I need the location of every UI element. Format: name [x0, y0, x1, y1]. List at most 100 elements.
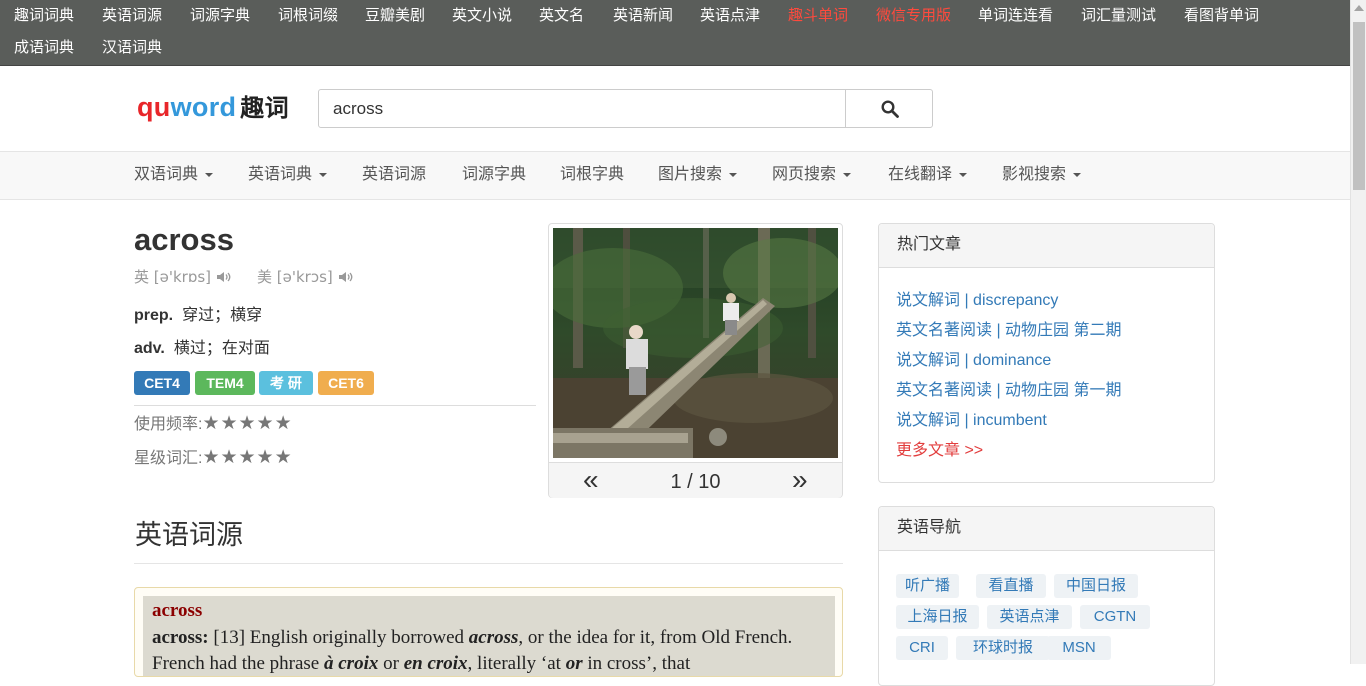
phonetic-us: 美 [ə'krɔs]: [257, 268, 354, 287]
phonetic-uk: 英 [ə'krɒs]: [134, 268, 232, 287]
exam-tag[interactable]: CET6: [318, 371, 374, 395]
hot-article-link[interactable]: 说文解词 | incumbent: [896, 411, 1047, 431]
exam-tag[interactable]: TEM4: [195, 371, 255, 395]
logo-text-cn: 趣词: [240, 95, 289, 122]
nav-item-label: 在线翻译: [888, 166, 953, 183]
hot-article-link[interactable]: 英文名著阅读 | 动物庄园 第一期: [896, 381, 1122, 401]
nav-item[interactable]: 英语词源: [362, 165, 426, 185]
speaker-icon[interactable]: [338, 269, 354, 287]
hot-article-link[interactable]: 说文解词 | dominance: [896, 351, 1051, 371]
hot-articles-panel: 热门文章 说文解词 | discrepancy 英文名著阅读 | 动物庄园 第二期…: [878, 223, 1215, 483]
definition-pos: prep.: [134, 307, 174, 324]
top-link[interactable]: 词源字典: [190, 8, 250, 24]
top-link[interactable]: 英语点津: [700, 8, 760, 24]
top-links-bar: 趣词词典 英语词源 词源字典 词根词缀 豆瓣美剧 英文小说 英文名 英语新闻 英语点津 趣斗单词 微…: [0, 0, 1350, 66]
etymology-content: across across: [13] English originally b…: [143, 596, 835, 676]
nav-item[interactable]: 词根字典: [560, 165, 624, 185]
definition-prep: prep. 穿过；横穿: [134, 306, 262, 326]
top-link[interactable]: 看图背单词: [1184, 8, 1259, 24]
top-link[interactable]: 豆瓣美剧: [365, 8, 425, 24]
logo-text-word: word: [170, 92, 237, 122]
exam-tag[interactable]: 考 研: [259, 371, 313, 395]
english-nav-chip[interactable]: CGTN: [1080, 605, 1150, 629]
more-articles-link[interactable]: 更多文章 >>: [896, 441, 983, 461]
etymology-title: 英语词源: [135, 520, 243, 551]
nav-item[interactable]: 网页搜索: [772, 165, 852, 185]
entry-divider: [134, 405, 536, 406]
level-rating: 星级词汇:★★★★★: [134, 447, 293, 469]
english-nav-chip[interactable]: 听广播: [896, 574, 959, 598]
scroll-up-arrow-icon[interactable]: [1354, 5, 1364, 11]
english-nav-chip[interactable]: 中国日报: [1054, 574, 1138, 598]
logo-text-qu: qu: [137, 92, 171, 122]
search-icon: [881, 100, 899, 118]
frequency-stars: ★★★★★: [202, 412, 293, 434]
image-viewer: « 1 / 10 »: [548, 223, 843, 498]
caret-down-icon: [1073, 172, 1082, 177]
nav-item[interactable]: 影视搜索: [1002, 165, 1082, 185]
english-nav-chip[interactable]: CRI: [896, 636, 948, 660]
english-nav-chip[interactable]: 英语点津: [987, 605, 1072, 629]
english-nav-chip[interactable]: 看直播: [976, 574, 1046, 598]
search-button[interactable]: [845, 89, 933, 128]
top-link[interactable]: 成语词典: [14, 40, 74, 56]
nav-item-label: 英语词典: [248, 166, 313, 183]
caret-down-icon: [729, 172, 738, 177]
nav-item-label: 网页搜索: [772, 166, 837, 183]
top-link[interactable]: 词汇量测试: [1081, 8, 1156, 24]
english-nav-title: 英语导航: [879, 507, 1214, 551]
main-navbar: 双语词典 英语词典 英语词源 词源字典 词根字典 图片搜索 网页搜索 在线翻译 影视搜索: [0, 151, 1350, 200]
top-link[interactable]: 英文小说: [452, 8, 512, 24]
nav-item[interactable]: 词源字典: [462, 165, 526, 185]
top-link[interactable]: 趣斗单词: [788, 8, 848, 24]
nav-item-label: 英语词源: [362, 166, 427, 183]
exam-tag[interactable]: CET4: [134, 371, 190, 395]
etymology-divider: [134, 563, 843, 564]
top-link[interactable]: 词根词缀: [278, 8, 338, 24]
top-link[interactable]: 英语词源: [102, 8, 162, 24]
hot-articles-title: 热门文章: [879, 224, 1214, 268]
top-link[interactable]: 趣词词典: [14, 8, 74, 24]
nav-item[interactable]: 英语词典: [248, 165, 328, 185]
english-nav-chip[interactable]: MSN: [1047, 636, 1111, 660]
top-link[interactable]: 微信专用版: [876, 8, 951, 24]
phonetic-uk-text: 英 [ə'krɒs]: [134, 268, 212, 286]
nav-item-label: 影视搜索: [1002, 166, 1067, 183]
nav-item-label: 双语词典: [134, 166, 199, 183]
nav-item-label: 图片搜索: [658, 166, 723, 183]
nav-item[interactable]: 图片搜索: [658, 165, 738, 185]
word-image[interactable]: [553, 228, 838, 458]
definition-pos: adv.: [134, 340, 165, 357]
scrollbar-thumb[interactable]: [1353, 22, 1365, 190]
search-input[interactable]: [318, 89, 846, 128]
speaker-icon[interactable]: [216, 269, 232, 287]
top-link[interactable]: 英语新闻: [613, 8, 673, 24]
level-stars: ★★★★★: [202, 446, 293, 468]
english-nav-chip[interactable]: 上海日报: [896, 605, 979, 629]
definition-meaning: 穿过；横穿: [182, 307, 263, 324]
next-image-button[interactable]: »: [792, 465, 808, 495]
definition-meaning: 横过；在对面: [173, 340, 270, 357]
caret-down-icon: [319, 172, 328, 177]
etymology-headword: across: [152, 600, 203, 621]
nav-item[interactable]: 双语词典: [134, 165, 214, 185]
nav-item[interactable]: 在线翻译: [888, 165, 968, 185]
top-link[interactable]: 英文名: [539, 8, 584, 24]
nav-item-label: 词源字典: [462, 166, 527, 183]
etymology-text: across: [13] English originally borrowed…: [152, 627, 793, 674]
frequency-label: 使用频率:: [134, 416, 203, 433]
hot-article-link[interactable]: 说文解词 | discrepancy: [896, 291, 1058, 311]
definition-adv: adv. 横过；在对面: [134, 339, 270, 359]
top-link[interactable]: 汉语词典: [102, 40, 162, 56]
top-link[interactable]: 单词连连看: [978, 8, 1053, 24]
page-scrollbar[interactable]: [1350, 0, 1366, 664]
nav-item-label: 词根字典: [560, 166, 625, 183]
caret-down-icon: [959, 172, 968, 177]
phonetic-us-text: 美 [ə'krɔs]: [257, 268, 333, 286]
frequency-rating: 使用频率:★★★★★: [134, 413, 293, 435]
english-nav-chip[interactable]: 环球时报: [956, 636, 1050, 660]
site-logo[interactable]: quword 趣词: [137, 92, 289, 124]
entry-word: across: [134, 222, 234, 257]
hot-article-link[interactable]: 英文名著阅读 | 动物庄园 第二期: [896, 321, 1122, 341]
image-pager-bar: « 1 / 10 »: [549, 462, 842, 498]
